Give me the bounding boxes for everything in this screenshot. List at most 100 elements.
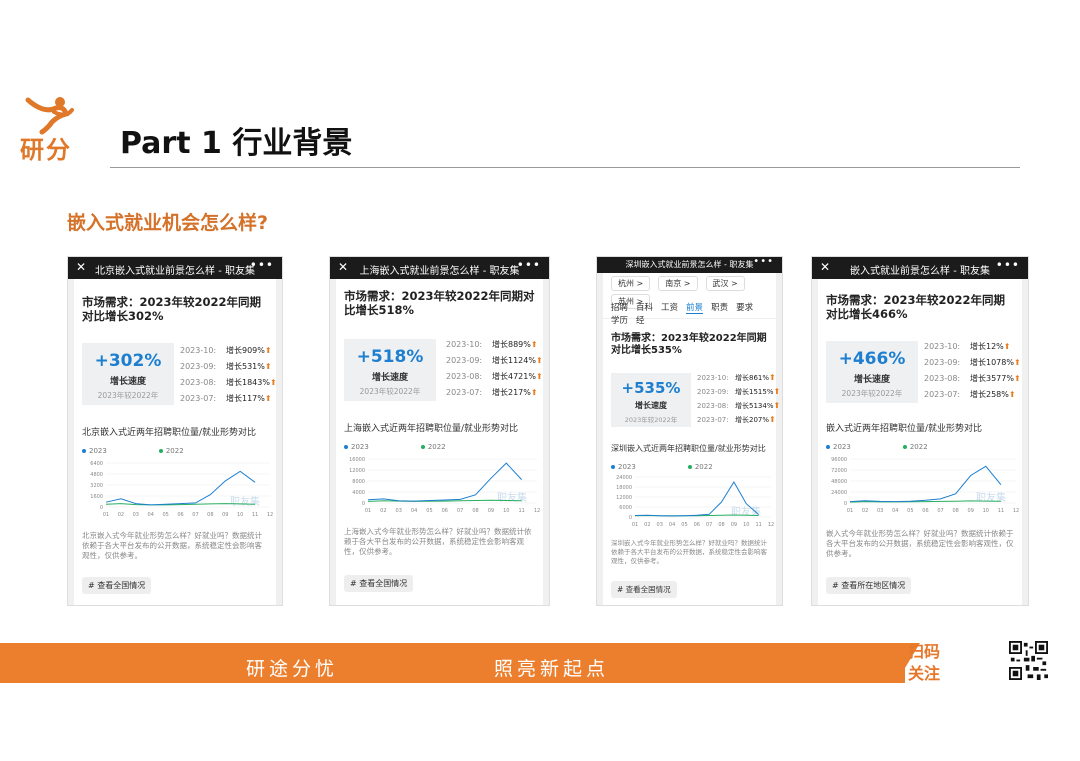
stat-row: 2023-07: 增长117%⬆: [180, 394, 272, 403]
x-tick-label: 10: [503, 508, 509, 514]
x-tick-label: 06: [694, 522, 700, 528]
stat-row: 2023-08: 增长1843%⬆: [180, 378, 277, 387]
stat-row: 2023-09: 增长1515%⬆: [697, 387, 781, 396]
growth-compare: 2023年较2022年: [624, 416, 678, 424]
up-arrow-icon: ⬆: [1008, 390, 1016, 399]
more-icon[interactable]: •••: [753, 257, 774, 267]
up-arrow-icon: ⬆: [530, 388, 538, 397]
y-tick-label: 4800: [90, 472, 103, 478]
stat-row: 2023-08: 增长4721%⬆: [446, 372, 543, 381]
y-tick-label: 16000: [349, 457, 365, 463]
growth-box: +466% 增长速度 2023年较2022年: [826, 341, 918, 403]
trend-chart: 24000 18000 12000 6000 001 02 03 04 05 06 07 08 09 10…: [616, 475, 774, 528]
tab-zhaopin[interactable]: 招聘: [611, 301, 628, 313]
y-tick-label: 12000: [349, 468, 365, 474]
city-chip[interactable]: 武汉 >: [705, 276, 745, 291]
stat-row: 2023-10: 增长889%⬆: [446, 340, 538, 349]
more-icon[interactable]: •••: [517, 258, 541, 272]
x-tick-label: 10: [983, 508, 989, 514]
x-tick-label: 10: [237, 512, 243, 518]
tab-qianjing[interactable]: 前景: [686, 301, 704, 314]
tab-yaoqiu[interactable]: 要求: [736, 301, 753, 313]
x-tick-label: 06: [442, 508, 448, 514]
x-tick-label: 03: [657, 522, 663, 528]
y-tick-label: 6000: [619, 505, 632, 511]
chart-legend: 2023 2022: [611, 463, 713, 471]
chart-legend: 2023 2022: [344, 443, 446, 451]
monthly-stats: 2023-10: 增长12%⬆ 2023-09: 增长1078%⬆ 2023-08:…: [924, 341, 1024, 405]
stat-row: 2023-09: 增长531%⬆: [180, 362, 272, 371]
tab-more[interactable]: 经: [636, 314, 645, 326]
chart-legend: 2023 2022: [826, 443, 928, 451]
x-tick-label: 11: [252, 512, 258, 518]
tab-baike[interactable]: 百科: [636, 301, 653, 313]
up-arrow-icon: ⬆: [269, 378, 277, 387]
y-tick-label: 12000: [616, 495, 632, 501]
view-national-link[interactable]: # 查看全国情况: [344, 575, 414, 592]
x-tick-label: 12: [534, 508, 540, 514]
market-headline: 市场需求：2023年较2022年同期对比增长535%: [611, 333, 767, 356]
x-tick-label: 07: [706, 522, 712, 528]
browser-bar: 深圳嵌入式就业前景怎么样 - 职友集 •••: [597, 257, 782, 273]
view-national-link[interactable]: # 查看全国情况: [611, 581, 677, 598]
x-tick-label: 04: [411, 508, 417, 514]
x-tick-label: 02: [862, 508, 868, 514]
more-icon[interactable]: •••: [996, 258, 1020, 272]
x-tick-label: 05: [426, 508, 432, 514]
y-tick-label: 18000: [616, 485, 632, 491]
x-tick-label: 02: [118, 512, 124, 518]
x-tick-label: 09: [488, 508, 494, 514]
chart-title: 嵌入式近两年招聘职位量/就业形势对比: [826, 424, 983, 434]
stat-row: 2023-10: 增长861%⬆: [697, 373, 776, 382]
x-tick-label: 09: [222, 512, 228, 518]
qr-code-icon[interactable]: [1009, 641, 1048, 680]
x-tick-label: 12: [768, 522, 774, 528]
market-headline: 市场需求：2023年较2022年同期对比增长302%: [82, 295, 262, 323]
chart-watermark: 职友集: [731, 505, 761, 518]
growth-label: 增长速度: [853, 375, 890, 385]
stat-row: 2023-10: 增长12%⬆: [924, 342, 1011, 351]
up-arrow-icon: ⬆: [1013, 358, 1021, 367]
tab-gongzi[interactable]: 工资: [661, 301, 678, 313]
growth-compare: 2023年较2022年: [359, 387, 421, 396]
x-tick-label: 04: [669, 522, 675, 528]
y-tick-label: 8000: [352, 479, 365, 485]
x-tick-label: 11: [518, 508, 524, 514]
y-tick-label: 24000: [831, 490, 847, 496]
chart-watermark: 职友集: [497, 491, 527, 504]
scan-follow-text: 扫码 关注: [908, 642, 941, 683]
y-tick-label: 1600: [90, 494, 103, 500]
up-arrow-icon: ⬆: [264, 346, 272, 355]
monthly-stats: 2023-10: 增长861%⬆ 2023-09: 增长1515%⬆ 2023-08…: [697, 373, 782, 429]
chart-description: 北京嵌入式今年就业形势怎么样？好就业吗？数据统计依赖于各大平台发布的公开数据，系…: [82, 531, 262, 560]
chart-description: 深圳嵌入式今年就业形势怎么样？好就业吗？数据统计依赖于各大平台发布的公开数据，系…: [611, 539, 767, 565]
y-tick-label: 0: [629, 515, 632, 521]
up-arrow-icon: ⬆: [535, 372, 543, 381]
y-tick-label: 72000: [831, 468, 847, 474]
growth-label: 增长速度: [635, 401, 667, 410]
x-tick-label: 03: [133, 512, 139, 518]
growth-box: +302% 增长速度 2023年较2022年: [82, 343, 174, 405]
view-region-link[interactable]: # 查看所在地区情况: [826, 577, 912, 594]
page-title: Part 1 行业背景: [120, 126, 353, 161]
more-icon[interactable]: •••: [250, 258, 274, 272]
y-tick-label: 0: [844, 501, 847, 507]
tab-zhize[interactable]: 职责: [711, 301, 728, 313]
city-chip[interactable]: 南京 >: [658, 276, 698, 291]
up-arrow-icon: ⬆: [264, 362, 272, 371]
y-tick-label: 6400: [90, 461, 103, 467]
stat-row: 2023-08: 增长5134%⬆: [697, 401, 781, 410]
view-national-link[interactable]: # 查看全国情况: [82, 577, 152, 594]
x-tick-label: 02: [644, 522, 650, 528]
x-tick-label: 06: [177, 512, 183, 518]
y-tick-label: 3200: [90, 483, 103, 489]
city-chip[interactable]: 杭州 >: [611, 276, 651, 291]
monthly-stats: 2023-10: 增长909%⬆ 2023-09: 增长531%⬆ 2023-08:…: [180, 345, 280, 409]
x-tick-label: 07: [192, 512, 198, 518]
x-tick-label: 01: [847, 508, 853, 514]
y-tick-label: 4000: [352, 490, 365, 496]
tab-xueli[interactable]: 学历: [611, 314, 628, 326]
x-tick-label: 11: [755, 522, 761, 528]
x-tick-label: 05: [681, 522, 687, 528]
trend-chart: 16000 12000 8000 4000 001 02 03 04 05 06 07 08 09 10 1…: [349, 457, 540, 514]
